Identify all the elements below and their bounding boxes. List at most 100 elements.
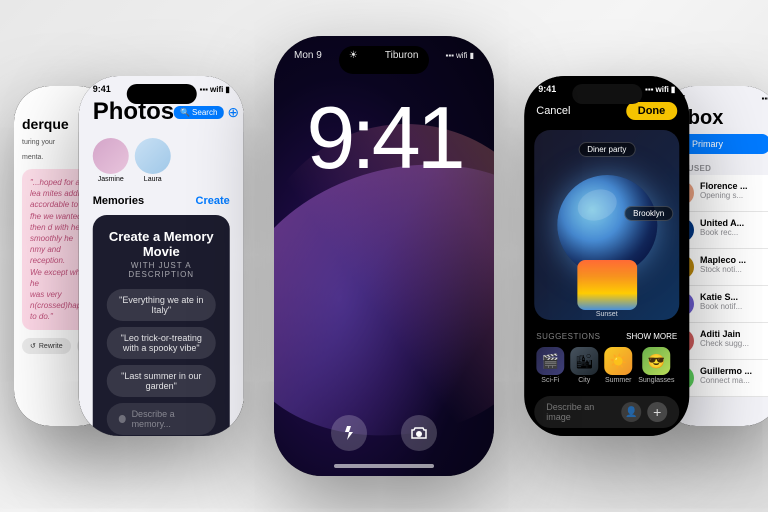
inbox-sender-katie: Katie S... — [700, 292, 768, 302]
inbox-preview-katie: Book notif... — [700, 302, 768, 311]
chip-summer[interactable]: ☀️ Summer — [604, 347, 632, 384]
inbox-status-icons: ▪▪▪ — [761, 94, 768, 103]
memory-prompt-2: "Leo trick-or-treating with a spooky vib… — [107, 327, 216, 359]
avatar-laura-name: Laura — [144, 176, 162, 183]
memories-section: Memories Create Create a Memory Movie WI… — [79, 189, 244, 436]
photos-time: 9:41 — [93, 84, 111, 94]
phone-photos: 9:41 ▪▪▪ wifi ▮ Photos 🔍 Search — [79, 76, 244, 436]
search-button[interactable]: 🔍 Search — [174, 106, 223, 119]
avatar-jasmine[interactable]: Jasmine — [93, 138, 129, 183]
chip-summer-icon: ☀️ — [604, 347, 632, 375]
memories-title: Memories — [93, 195, 144, 207]
ig-add-icon[interactable]: + — [647, 402, 667, 422]
rewrite-button[interactable]: ↺ Rewrite — [22, 338, 71, 354]
ls-day: Mon 9 — [294, 50, 322, 61]
photos-avatars: Jasmine Laura — [79, 132, 244, 189]
signal-icon: ▪▪▪ — [199, 85, 208, 94]
phone-center: Mon 9 ☀ Tiburon ▪▪▪ wifi ▮ 9:41 — [274, 36, 494, 476]
ig-sunset-bg — [577, 260, 637, 310]
rewrite-label: Rewrite — [39, 343, 63, 350]
ig-canvas: Diner party Brooklyn Sunset — [534, 130, 679, 320]
flashlight-icon[interactable] — [331, 415, 367, 451]
inbox-signal: ▪▪▪ — [761, 94, 768, 103]
ig-status-icons: ▪▪▪ wifi ▮ — [645, 84, 675, 94]
chip-sunglasses[interactable]: 😎 Sunglasses — [638, 347, 674, 384]
memories-header: Memories Create — [93, 195, 230, 207]
lockscreen-status-bar: Mon 9 ☀ Tiburon ▪▪▪ wifi ▮ — [274, 50, 494, 61]
phone-imagegen: 9:41 ▪▪▪ wifi ▮ Cancel Done Diner party … — [524, 76, 689, 436]
inbox-sender-guillermo: Guillermo ... — [700, 366, 768, 376]
dynamic-island-imagegen — [572, 84, 642, 104]
rewrite-icon: ↺ — [30, 342, 36, 350]
inbox-primary-label: Primary — [692, 139, 723, 149]
avatar-laura-img — [135, 138, 171, 174]
ig-chips-list: 🎬 Sci-Fi 🏙 City ☀️ Summer 😎 — [536, 347, 677, 384]
ig-input-placeholder: Describe an image — [546, 402, 615, 422]
inbox-preview-aditi: Check sugg... — [700, 339, 768, 348]
memory-prompt-1: "Everything we ate in Italy" — [107, 289, 216, 321]
search-icon: 🔍 — [180, 108, 190, 117]
inbox-content-katie: Katie S... Book notif... — [700, 292, 768, 311]
memory-input-field[interactable]: Describe a memory... — [107, 403, 216, 435]
chip-scifi[interactable]: 🎬 Sci-Fi — [536, 347, 564, 384]
chip-scifi-label: Sci-Fi — [541, 377, 559, 384]
memory-input-dot — [119, 415, 126, 423]
ig-show-more[interactable]: SHOW MORE — [626, 332, 677, 341]
chip-sunglasses-icon: 😎 — [642, 347, 670, 375]
inbox-content-guillermo: Guillermo ... Connect ma... — [700, 366, 768, 385]
inbox-content-florence: Florence ... Opening s... — [700, 181, 768, 200]
memory-movie-subtitle: WITH JUST A DESCRIPTION — [107, 261, 216, 279]
scene: derque turing your menta. "...hoped for … — [0, 0, 768, 512]
ig-time: 9:41 — [538, 84, 556, 94]
chip-city[interactable]: 🏙 City — [570, 347, 598, 384]
avatar-jasmine-img — [93, 138, 129, 174]
memories-create[interactable]: Create — [196, 195, 230, 207]
ls-wifi: wifi — [456, 51, 468, 60]
avatar-jasmine-name: Jasmine — [98, 176, 124, 183]
ig-person-icon[interactable]: 👤 — [621, 402, 641, 422]
ig-sug-header: SUGGESTIONS SHOW MORE — [536, 332, 677, 341]
imagegen-screen: 9:41 ▪▪▪ wifi ▮ Cancel Done Diner party … — [524, 76, 689, 436]
lockscreen-time: 9:41 — [274, 94, 494, 182]
avatar-laura[interactable]: Laura — [135, 138, 171, 183]
chip-summer-label: Summer — [605, 377, 631, 384]
ig-battery: ▮ — [671, 85, 675, 94]
ls-battery: ▮ — [470, 51, 474, 60]
inbox-sender-florence: Florence ... — [700, 181, 768, 191]
ig-sunset-label: Sunset — [596, 311, 618, 318]
photos-more-icon[interactable]: ⊕ — [227, 104, 239, 121]
lockscreen-home-bar — [334, 464, 434, 468]
memory-prompt-3: "Last summer in our garden" — [107, 365, 216, 397]
ig-done-button[interactable]: Done — [626, 102, 678, 120]
ig-place-label: Brooklyn — [624, 206, 673, 221]
inbox-preview-united: Book rec... — [700, 228, 768, 237]
inbox-sender-mapleco: Mapleco ... — [700, 255, 768, 265]
phones-container: derque turing your menta. "...hoped for … — [0, 0, 768, 512]
inbox-content-aditi: Aditi Jain Check sugg... — [700, 329, 768, 348]
memory-input-placeholder: Describe a memory... — [132, 409, 204, 429]
search-label: Search — [192, 108, 217, 117]
ig-globe-label: Diner party — [578, 142, 635, 157]
ig-signal: ▪▪▪ — [645, 85, 654, 94]
ig-input-bar[interactable]: Describe an image 👤 + — [534, 396, 679, 428]
camera-icon[interactable] — [401, 415, 437, 451]
memory-movie-title: Create a Memory Movie — [107, 229, 216, 259]
dynamic-island-photos — [126, 84, 196, 104]
ls-status-icons: ▪▪▪ wifi ▮ — [446, 51, 474, 60]
inbox-sender-aditi: Aditi Jain — [700, 329, 768, 339]
chip-sunglasses-label: Sunglasses — [638, 377, 674, 384]
inbox-preview-mapleco: Stock noti... — [700, 265, 768, 274]
lockscreen-bg: Mon 9 ☀ Tiburon ▪▪▪ wifi ▮ 9:41 — [274, 36, 494, 476]
ls-weather: ☀ — [349, 50, 358, 61]
inbox-preview-florence: Opening s... — [700, 191, 768, 200]
battery-icon: ▮ — [225, 85, 229, 94]
chip-city-label: City — [578, 377, 590, 384]
chip-scifi-icon: 🎬 — [536, 347, 564, 375]
lockscreen-bottom-icons — [274, 415, 494, 451]
inbox-content-mapleco: Mapleco ... Stock noti... — [700, 255, 768, 274]
ls-signal: ▪▪▪ — [446, 51, 455, 60]
inbox-sender-united: United A... — [700, 218, 768, 228]
ig-cancel-button[interactable]: Cancel — [536, 105, 570, 117]
ig-wifi: wifi — [656, 85, 669, 94]
memory-movie-card[interactable]: Create a Memory Movie WITH JUST A DESCRI… — [93, 215, 230, 436]
